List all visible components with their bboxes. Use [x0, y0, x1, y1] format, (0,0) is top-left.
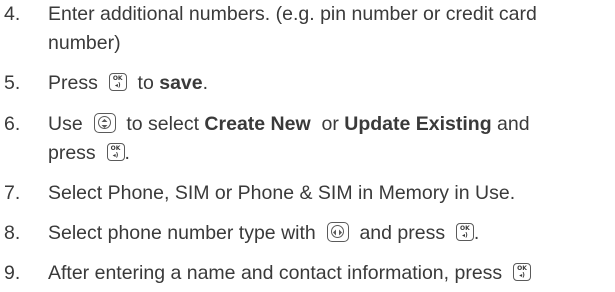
ok-key-icon: OK ◂)	[513, 262, 532, 281]
step-text: to select	[126, 113, 199, 135]
step-text: to	[137, 72, 154, 94]
step-number: 8.	[4, 222, 21, 244]
nav-up-down-icon	[93, 112, 116, 133]
nav-left-right-icon	[326, 221, 349, 242]
step-text: Press	[48, 72, 98, 94]
step-number: 7.	[4, 182, 21, 204]
ok-key-icon: OK ◂)	[455, 222, 474, 241]
step-text: Enter additional numbers. (e.g. pin numb…	[48, 3, 537, 25]
step-text: Select Phone, SIM or Phone & SIM in Memo…	[48, 182, 516, 204]
step-text: and	[497, 113, 530, 135]
step-bold-text: Create New	[204, 113, 311, 135]
step-number: 9.	[4, 262, 21, 284]
step-text: Select phone number type with	[48, 222, 316, 244]
step-number: 6.	[4, 113, 21, 135]
step-text: Use	[48, 113, 83, 135]
step-text: After entering a name and contact inform…	[48, 262, 503, 284]
ok-key-icon: OK ◂)	[106, 142, 125, 161]
manual-page: 4. Enter additional numbers. (e.g. pin n…	[0, 0, 615, 292]
step-number: 4.	[4, 3, 21, 25]
ok-key-icon: OK ◂)	[108, 72, 127, 91]
step-bold-text: save	[159, 72, 203, 94]
step-bold-text: Update Existing	[344, 113, 492, 135]
step-text-line2: number)	[48, 32, 121, 54]
step-text: and press	[359, 222, 446, 244]
step-number: 5.	[4, 72, 21, 94]
step-text: or	[321, 113, 339, 135]
step-text-line2: press	[48, 142, 96, 164]
